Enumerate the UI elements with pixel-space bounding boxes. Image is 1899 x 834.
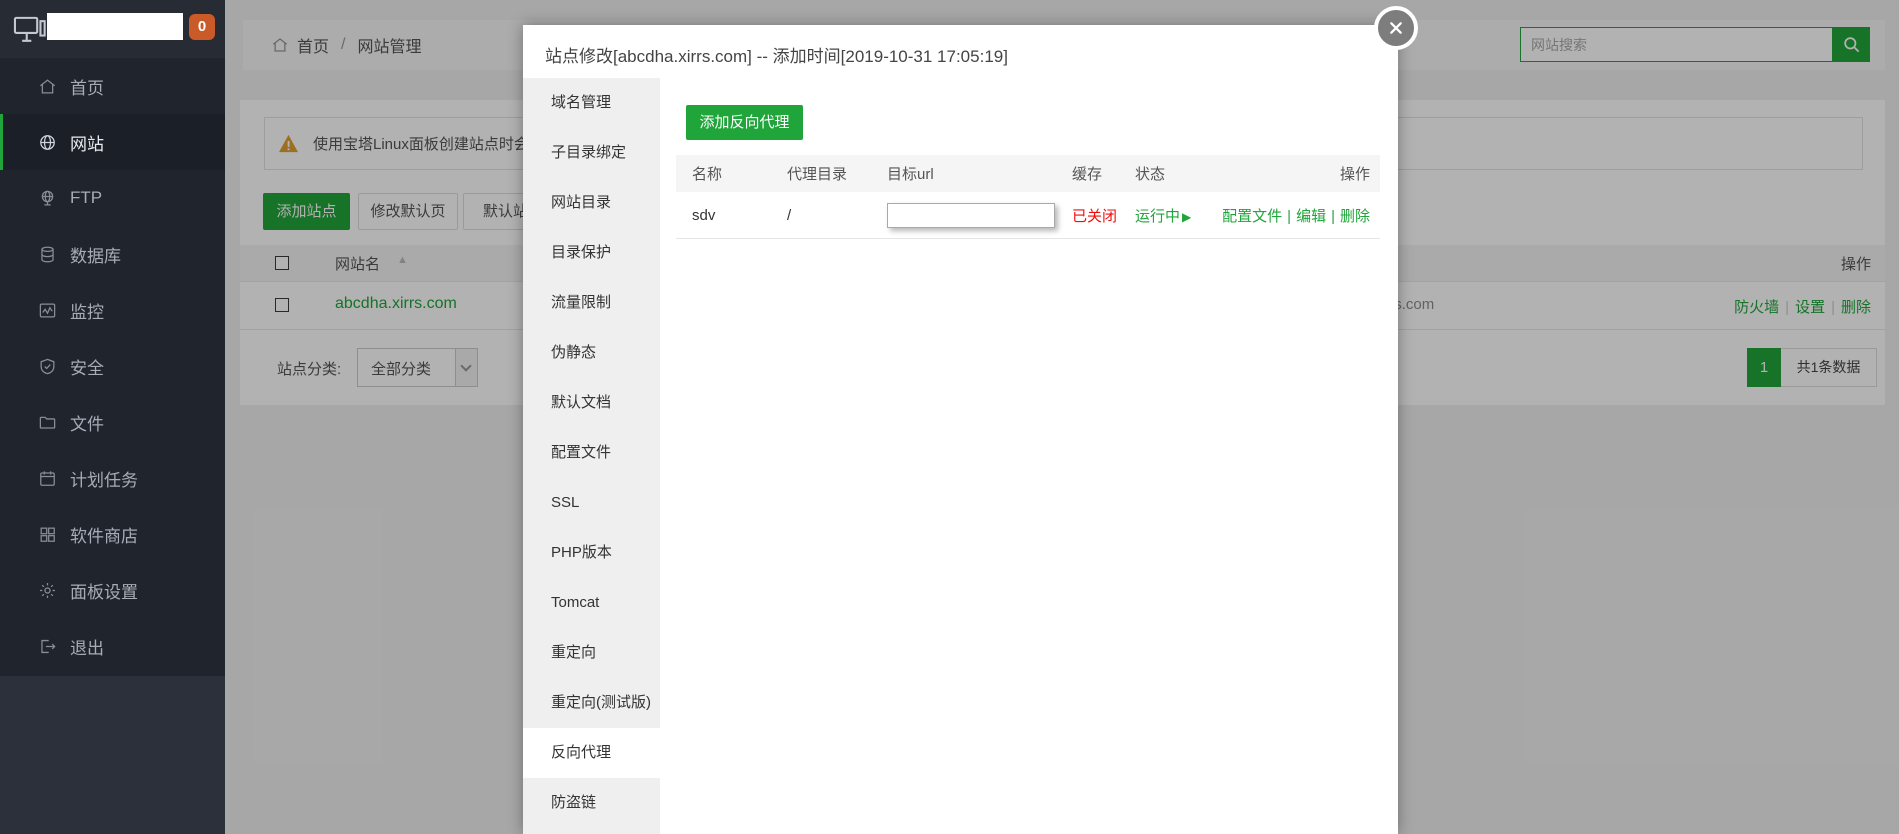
close-icon (1390, 22, 1402, 34)
column-name: 名称 (692, 166, 723, 183)
folder-icon (39, 416, 56, 429)
sidebar-footer: + (0, 676, 225, 834)
target-url-cell (887, 202, 1072, 228)
sidebar-item-label: 数据库 (70, 246, 121, 266)
column-proxy-dir: 代理目录 (787, 166, 848, 183)
notification-badge[interactable]: 0 (189, 14, 215, 40)
tab-default-doc[interactable]: 默认文档 (523, 378, 660, 428)
sidebar-item-logout[interactable]: 退出 (0, 618, 225, 674)
sidebar-item-website[interactable]: 网站 (0, 114, 225, 170)
tab-site-dir[interactable]: 网站目录 (523, 178, 660, 228)
tab-traffic-limit[interactable]: 流量限制 (523, 278, 660, 328)
home-icon (39, 78, 56, 93)
tab-hotlink-protect[interactable]: 防盗链 (523, 778, 660, 828)
sidebar-item-label: 退出 (70, 638, 104, 658)
proxy-table: 名称 代理目录 目标url 缓存 状态 操作 sdv / 已关闭 运行中 ▶ 配置… (676, 155, 1380, 239)
play-icon: ▶ (1182, 209, 1192, 224)
tab-rewrite[interactable]: 伪静态 (523, 328, 660, 378)
sidebar-item-label: 首页 (70, 78, 104, 98)
tab-tomcat[interactable]: Tomcat (523, 578, 660, 628)
column-cache: 缓存 (1072, 166, 1103, 183)
sidebar-item-label: 计划任务 (70, 470, 138, 490)
sidebar-item-label: 网站 (70, 134, 104, 154)
sidebar-item-appstore[interactable]: 软件商店 (0, 506, 225, 562)
proxy-name: sdv (692, 206, 716, 224)
reverse-proxy-panel: 添加反向代理 名称 代理目录 目标url 缓存 状态 操作 sdv / 已关闭 … (660, 78, 1398, 834)
sidebar-item-database[interactable]: 数据库 (0, 226, 225, 282)
monitor-icon (13, 16, 46, 42)
tab-domain-manage[interactable]: 域名管理 (523, 78, 660, 128)
column-target-url: 目标url (887, 166, 934, 183)
run-status[interactable]: 运行中 ▶ (1135, 205, 1220, 226)
sidebar-item-label: 面板设置 (70, 582, 138, 602)
column-status: 状态 (1135, 166, 1166, 183)
sidebar-item-settings[interactable]: 面板设置 (0, 562, 225, 618)
logout-icon (41, 639, 56, 653)
logo-image (47, 13, 183, 40)
sidebar-item-label: 文件 (70, 414, 104, 434)
sidebar-item-cron[interactable]: 计划任务 (0, 450, 225, 506)
tab-redirect-beta[interactable]: 重定向(测试版) (523, 678, 660, 728)
gear-icon (39, 582, 56, 598)
ftp-icon (41, 190, 54, 205)
sidebar-item-label: 监控 (70, 302, 104, 322)
tab-config-file[interactable]: 配置文件 (523, 428, 660, 478)
sidebar-item-home[interactable]: 首页 (0, 58, 225, 114)
row-operations: 配置文件 | 编辑 | 删除 (1220, 205, 1370, 226)
logo-strip: 0 (0, 0, 225, 58)
tab-php-version[interactable]: PHP版本 (523, 528, 660, 578)
edit-link[interactable]: 编辑 (1296, 208, 1326, 225)
sidebar-item-ftp[interactable]: FTP (0, 170, 225, 226)
sidebar-item-label: 安全 (70, 358, 104, 378)
cache-status[interactable]: 已关闭 (1072, 205, 1135, 226)
tab-dir-protect[interactable]: 目录保护 (523, 228, 660, 278)
run-status-label: 运行中 (1135, 207, 1181, 225)
tab-subdir-bind[interactable]: 子目录绑定 (523, 128, 660, 178)
modal-close-button[interactable] (1374, 6, 1418, 50)
add-reverse-proxy-button[interactable]: 添加反向代理 (686, 105, 803, 140)
modal-title: 站点修改[abcdha.xirrs.com] -- 添加时间[2019-10-3… (545, 47, 1008, 66)
config-file-link[interactable]: 配置文件 (1222, 208, 1282, 225)
sidebar-item-label: FTP (70, 188, 103, 207)
tab-reverse-proxy[interactable]: 反向代理 (523, 728, 660, 778)
sidebar-menu: 首页 网站 FTP 数据库 监控 安全 文件 计划任务 软件商店 面板设置 退出 (0, 58, 225, 676)
sidebar: 0 首页 网站 FTP 数据库 监控 安全 文件 计划任务 软件商店 面板设置 … (0, 0, 225, 834)
modal-tab-list: 域名管理 子目录绑定 网站目录 目录保护 流量限制 伪静态 默认文档 配置文件 … (523, 78, 660, 834)
target-url-input[interactable] (887, 202, 1055, 228)
separator: | (1331, 207, 1335, 225)
shield-check-icon (40, 358, 55, 374)
monitor-chart-icon (39, 303, 56, 317)
database-icon (41, 246, 54, 262)
tab-ssl[interactable]: SSL (523, 478, 660, 528)
column-operations: 操作 (1339, 166, 1370, 183)
sidebar-item-label: 软件商店 (70, 526, 138, 546)
calendar-icon (40, 470, 55, 486)
proxy-table-header: 名称 代理目录 目标url 缓存 状态 操作 (676, 155, 1380, 192)
sidebar-item-monitor[interactable]: 监控 (0, 282, 225, 338)
sidebar-item-files[interactable]: 文件 (0, 394, 225, 450)
globe-icon (40, 134, 55, 150)
separator: | (1287, 207, 1292, 225)
proxy-dir: / (787, 206, 792, 224)
table-row: sdv / 已关闭 运行中 ▶ 配置文件 | 编辑 | 删除 (676, 192, 1380, 239)
grid-icon (40, 527, 55, 542)
delete-link[interactable]: 删除 (1340, 208, 1370, 225)
site-modify-modal: 站点修改[abcdha.xirrs.com] -- 添加时间[2019-10-3… (523, 6, 1418, 834)
sidebar-item-security[interactable]: 安全 (0, 338, 225, 394)
tab-redirect[interactable]: 重定向 (523, 628, 660, 678)
